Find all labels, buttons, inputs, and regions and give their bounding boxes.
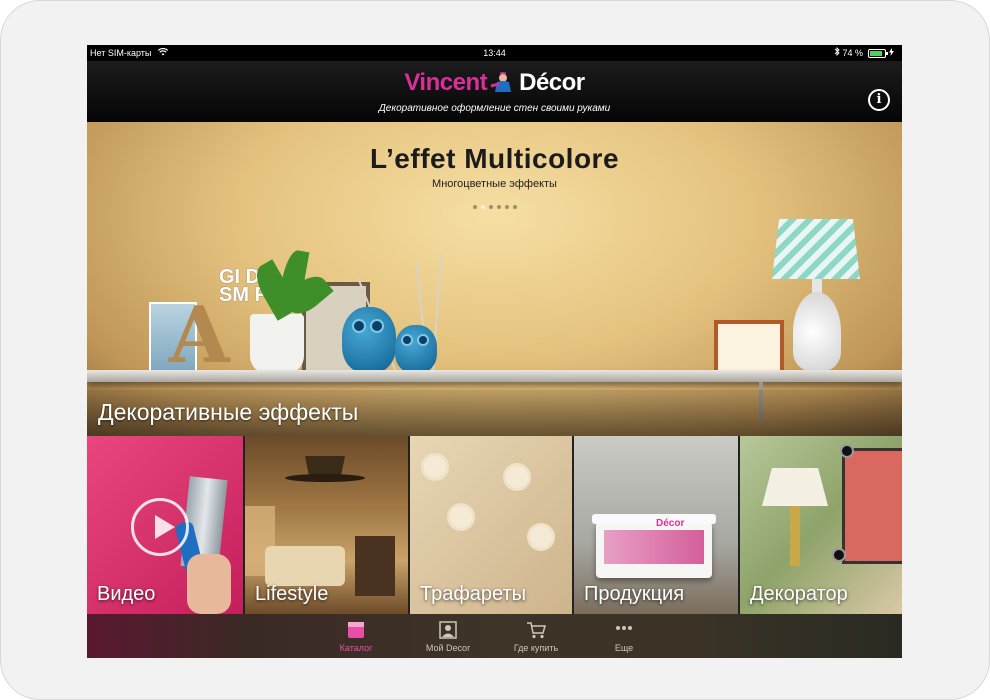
logo-text-left: Vincent — [404, 69, 488, 96]
tab-where-to-buy[interactable]: Где купить — [501, 614, 571, 658]
tab-label: Еще — [614, 643, 634, 653]
lamp-stand — [790, 506, 800, 566]
lamp-shade — [772, 219, 860, 279]
tab-label: Где купить — [513, 643, 559, 653]
tile-video[interactable]: Видео — [87, 436, 245, 614]
clock: 13:44 — [483, 48, 506, 58]
decor-flower-pot — [250, 314, 304, 374]
painter-mascot-icon — [489, 72, 515, 94]
shopping-cart-icon — [525, 620, 547, 640]
tab-my-decor[interactable]: Мой Decor — [413, 614, 483, 658]
status-bar: Нет SIM-карты 13:44 74 % — [87, 45, 902, 61]
page-indicator[interactable] — [87, 196, 902, 214]
charging-icon — [889, 48, 894, 58]
hero-banner[interactable]: L’effet Multicolore Многоцветные эффекты… — [87, 122, 902, 436]
hero-subtitle: Многоцветные эффекты — [432, 178, 557, 190]
section-title: Декоративные эффекты — [98, 399, 359, 425]
tile-label: Lifestyle — [255, 583, 329, 605]
lamp-image — [762, 468, 828, 506]
decor-owl-small — [395, 325, 437, 373]
app-screen: Нет SIM-карты 13:44 74 % Vincent Décor Д… — [87, 45, 902, 658]
decor-painting — [714, 320, 784, 376]
catalog-icon — [345, 620, 367, 640]
my-decor-icon — [437, 620, 459, 640]
vincent-decor-logo: Vincent Décor — [87, 69, 902, 97]
more-dots-icon — [613, 620, 635, 640]
tile-stencils[interactable]: Трафареты — [410, 436, 574, 614]
hand-image — [187, 554, 231, 614]
owl-eye — [352, 319, 366, 333]
tablet-frame: Нет SIM-карты 13:44 74 % Vincent Décor Д… — [0, 0, 990, 700]
page-dot[interactable] — [496, 205, 501, 209]
resize-handle[interactable] — [840, 444, 854, 458]
paint-bucket-label — [604, 530, 704, 564]
play-icon[interactable] — [131, 498, 189, 556]
tile-label: Продукция — [584, 583, 685, 605]
page-dot[interactable] — [488, 205, 493, 209]
stencil-flower — [530, 526, 552, 548]
tab-label: Каталог — [339, 643, 373, 653]
decor-letter-a: A — [169, 290, 230, 381]
tagline: Декоративное оформление стен своими рука… — [378, 103, 611, 114]
battery-fill — [870, 51, 883, 57]
info-button[interactable]: i — [868, 89, 890, 111]
tile-label: Видео — [97, 583, 156, 605]
info-icon: i — [876, 92, 882, 107]
stencil-flower — [450, 506, 472, 528]
tab-bar: Каталог Мой Decor Где купить Еще — [87, 614, 902, 658]
tab-catalog[interactable]: Каталог — [321, 614, 391, 658]
page-dot[interactable] — [472, 205, 477, 209]
page-dot[interactable] — [480, 205, 485, 209]
lamp-base — [793, 292, 841, 372]
tile-label: Декоратор — [750, 583, 848, 605]
hero-title: L’effet Multicolore — [369, 143, 620, 174]
owl-eye — [401, 334, 413, 346]
page-dot[interactable] — [512, 205, 517, 209]
stencil-flower — [506, 466, 528, 488]
battery-percent: 74 % — [842, 48, 863, 58]
tile-products[interactable]: Décor Продукция — [574, 436, 740, 614]
resize-handle[interactable] — [832, 548, 846, 562]
battery-icon — [868, 49, 889, 59]
tab-more[interactable]: Еще — [589, 614, 659, 658]
logo-text-right: Décor — [519, 69, 585, 96]
category-tiles: Видео Lifestyle Трафареты Décor Продукци… — [87, 436, 902, 614]
tile-label: Трафареты — [420, 583, 527, 605]
paint-bucket-image: Décor — [592, 514, 716, 578]
tile-lifestyle[interactable]: Lifestyle — [245, 436, 410, 614]
owl-eye — [417, 334, 429, 346]
tile-decorator[interactable]: Декоратор — [740, 436, 902, 614]
decor-owl-large — [342, 307, 396, 373]
wall-sample-image — [842, 448, 902, 564]
page-dot[interactable] — [504, 205, 509, 209]
shelf — [87, 370, 902, 382]
owl-eye — [370, 319, 384, 333]
tab-label: Мой Decor — [425, 643, 471, 653]
app-header: Vincent Décor Декоративное оформление ст… — [87, 61, 902, 122]
paint-bucket-brand: Décor — [656, 518, 685, 529]
paint-bucket-lid — [592, 514, 716, 524]
stencil-flower — [424, 456, 446, 478]
